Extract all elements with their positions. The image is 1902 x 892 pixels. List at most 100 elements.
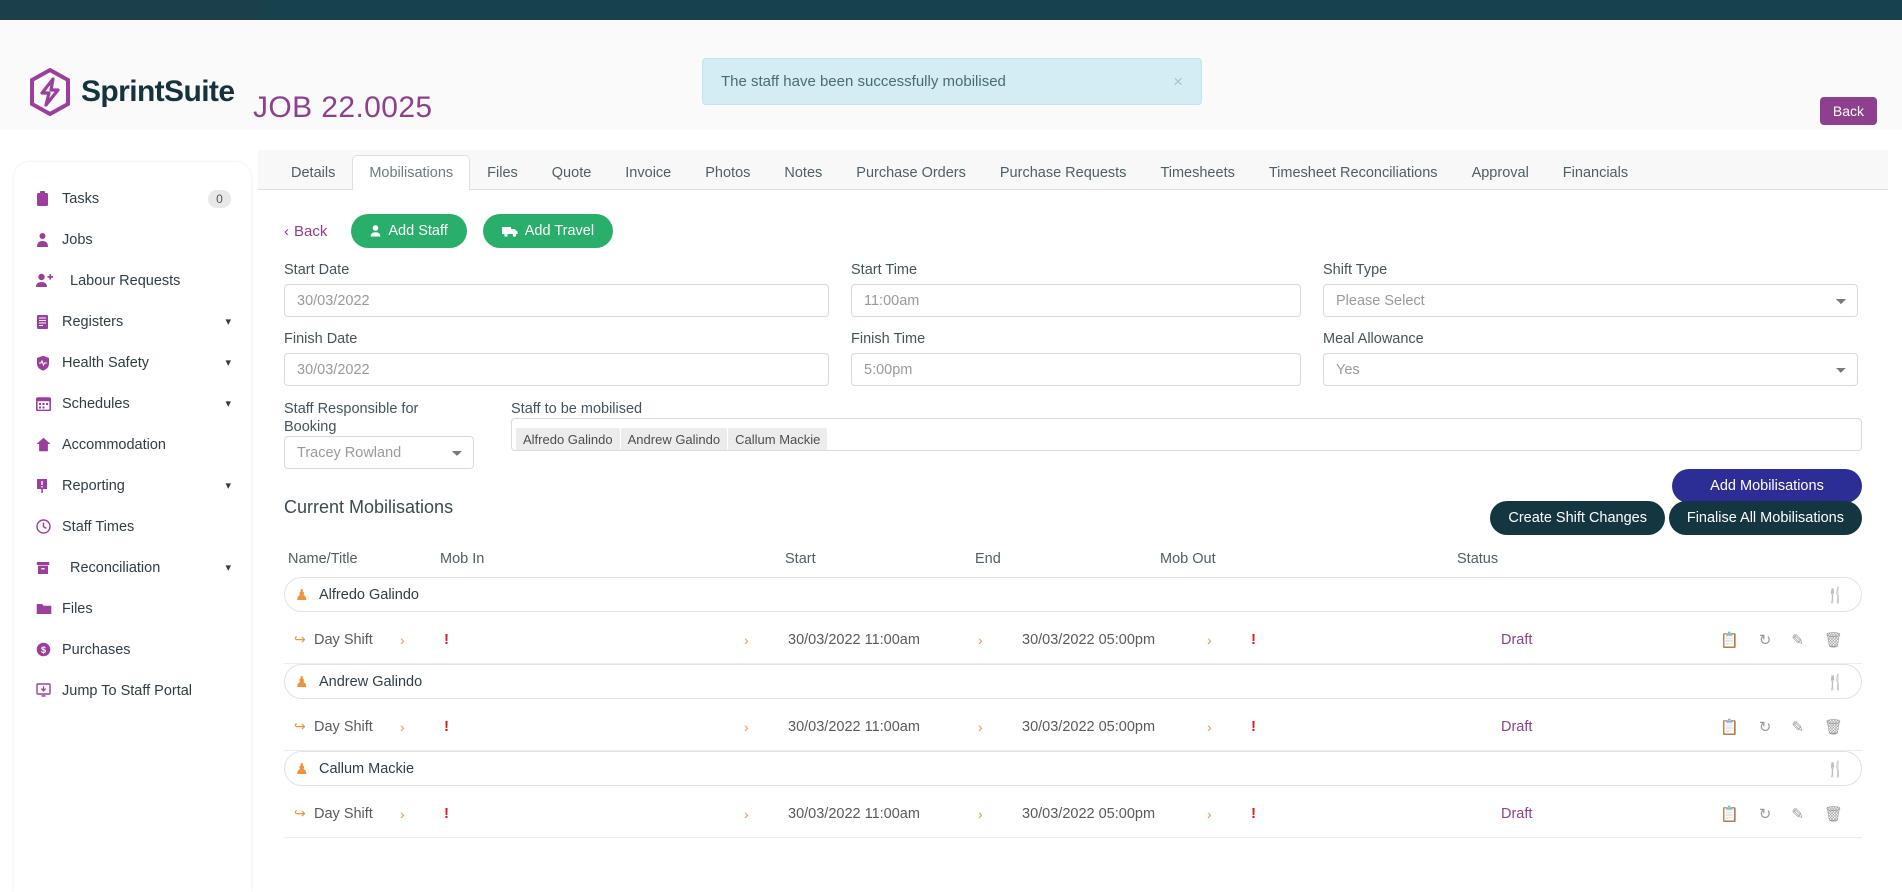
mob-in-alert-icon[interactable]: ! — [444, 805, 744, 822]
chevron-right-icon[interactable]: › — [400, 719, 444, 735]
chevron-right-icon[interactable]: › — [1207, 719, 1251, 735]
staff-chips-container[interactable]: Alfredo Galindo Andrew Galindo Callum Ma… — [511, 418, 1862, 451]
sidebar-item-registers[interactable]: Registers ▾ — [14, 301, 251, 342]
chevron-right-icon[interactable]: › — [1207, 632, 1251, 648]
sidebar-label-schedules: Schedules — [62, 395, 130, 412]
copy-icon[interactable]: 📋 — [1720, 631, 1739, 649]
sidebar-item-labour-requests[interactable]: Labour Requests — [14, 260, 251, 301]
field-staff-to-mobilise: Staff to be mobilised Alfredo Galindo An… — [511, 400, 1862, 469]
field-start-time: Start Time — [851, 262, 1301, 317]
tab-invoice[interactable]: Invoice — [608, 155, 688, 190]
sidebar-item-schedules[interactable]: Schedules ▾ — [14, 383, 251, 424]
chevron-right-icon[interactable]: › — [744, 806, 788, 822]
sidebar-item-reconciliation[interactable]: Reconciliation ▾ — [14, 547, 251, 588]
sidebar-item-tasks[interactable]: Tasks 0 — [14, 178, 251, 219]
table-row[interactable]: ↪ Day Shift › ! › 30/03/2022 11:00am › 3… — [284, 616, 1862, 664]
table-row[interactable]: ↪ Day Shift › ! › 30/03/2022 11:00am › 3… — [284, 790, 1862, 838]
tab-quote[interactable]: Quote — [535, 155, 609, 190]
add-travel-button[interactable]: Add Travel — [482, 214, 614, 248]
sidebar-item-files[interactable]: Files — [14, 588, 251, 629]
refresh-icon[interactable]: ↻ — [1759, 718, 1772, 736]
page-header: SprintSuite JOB 22.0025 The staff have b… — [0, 20, 1902, 130]
staff-responsible-select[interactable]: Tracey Rowland — [284, 436, 474, 469]
sidebar-item-staff-times[interactable]: Staff Times — [14, 506, 251, 547]
tab-timesheet-reconciliations[interactable]: Timesheet Reconciliations — [1252, 155, 1455, 190]
staff-group-row[interactable]: ♟ Alfredo Galindo 🍴 — [284, 577, 1862, 612]
staff-group-row[interactable]: ♟ Callum Mackie 🍴 — [284, 751, 1862, 786]
sidebar-item-reporting[interactable]: Reporting ▾ — [14, 465, 251, 506]
chevron-right-icon[interactable]: › — [400, 632, 444, 648]
row-actions: 📋 ↻ ✎ 🗑 — [1720, 718, 1846, 736]
edit-pencil-icon[interactable]: ✎ — [1791, 718, 1804, 736]
cutlery-icon[interactable]: 🍴 — [1826, 586, 1845, 604]
delete-trash-icon[interactable]: 🗑 — [1824, 805, 1843, 823]
tab-mobilisations[interactable]: Mobilisations — [352, 155, 471, 190]
tab-files[interactable]: Files — [470, 155, 535, 190]
copy-icon[interactable]: 📋 — [1720, 718, 1739, 736]
tab-timesheets[interactable]: Timesheets — [1143, 155, 1251, 190]
finish-date-input[interactable] — [284, 353, 829, 386]
sidebar-item-jobs[interactable]: Jobs — [14, 219, 251, 260]
staff-chip[interactable]: Andrew Galindo — [620, 428, 728, 450]
brand-logo[interactable]: SprintSuite — [28, 68, 235, 116]
label-finish-date: Finish Date — [284, 331, 358, 347]
mob-in-alert-icon[interactable]: ! — [444, 718, 744, 735]
mob-out-alert-icon[interactable]: ! — [1251, 805, 1501, 822]
copy-icon[interactable]: 📋 — [1720, 805, 1739, 823]
edit-pencil-icon[interactable]: ✎ — [1791, 631, 1804, 649]
delete-trash-icon[interactable]: 🗑 — [1824, 631, 1843, 649]
panel-back-link[interactable]: ‹ Back — [284, 223, 335, 240]
start-date-input[interactable] — [284, 284, 829, 317]
chevron-right-icon[interactable]: › — [978, 632, 1022, 648]
mob-in-alert-icon[interactable]: ! — [444, 631, 744, 648]
staff-chip[interactable]: Alfredo Galindo — [516, 428, 620, 450]
header-back-button[interactable]: Back — [1819, 97, 1877, 125]
add-staff-button[interactable]: Add Staff — [351, 214, 467, 248]
field-finish-date: Finish Date — [284, 331, 829, 386]
cutlery-icon[interactable]: 🍴 — [1826, 760, 1845, 778]
column-header-status: Status — [1457, 551, 1499, 567]
chevron-right-icon[interactable]: › — [978, 719, 1022, 735]
delete-trash-icon[interactable]: 🗑 — [1824, 718, 1843, 736]
refresh-icon[interactable]: ↻ — [1759, 631, 1772, 649]
add-mobilisations-button[interactable]: Add Mobilisations — [1672, 469, 1862, 503]
close-icon[interactable]: × — [1165, 73, 1183, 90]
chevron-right-icon[interactable]: › — [744, 719, 788, 735]
sidebar-item-health-safety[interactable]: Health Safety ▾ — [14, 342, 251, 383]
sidebar-item-purchases[interactable]: $ Purchases — [14, 629, 251, 670]
edit-pencil-icon[interactable]: ✎ — [1791, 805, 1804, 823]
finish-time-input[interactable] — [851, 353, 1301, 386]
sidebar-label-labour-requests: Labour Requests — [70, 272, 181, 289]
cutlery-icon[interactable]: 🍴 — [1826, 673, 1845, 691]
calendar-icon — [36, 396, 58, 411]
staff-chip[interactable]: Callum Mackie — [728, 428, 828, 450]
tab-purchase-requests[interactable]: Purchase Requests — [983, 155, 1144, 190]
mob-out-alert-icon[interactable]: ! — [1251, 631, 1501, 648]
table-row[interactable]: ↪ Day Shift › ! › 30/03/2022 11:00am › 3… — [284, 703, 1862, 751]
chevron-down-icon: ▾ — [225, 357, 231, 369]
chevron-down-icon: ▾ — [225, 398, 231, 410]
finalise-all-mobilisations-button[interactable]: Finalise All Mobilisations — [1668, 501, 1862, 535]
tab-notes[interactable]: Notes — [767, 155, 839, 190]
chevron-right-icon[interactable]: › — [978, 806, 1022, 822]
sidebar-item-accommodation[interactable]: Accommodation — [14, 424, 251, 465]
mob-out-alert-icon[interactable]: ! — [1251, 718, 1501, 735]
tab-photos[interactable]: Photos — [688, 155, 767, 190]
sidebar-label-jobs: Jobs — [62, 231, 93, 248]
chevron-right-icon[interactable]: › — [1207, 806, 1251, 822]
start-time-input[interactable] — [851, 284, 1301, 317]
tab-financials[interactable]: Financials — [1546, 155, 1645, 190]
chevron-right-icon[interactable]: › — [744, 632, 788, 648]
tab-approval[interactable]: Approval — [1455, 155, 1546, 190]
column-header-mob-out: Mob Out — [1160, 551, 1216, 567]
alert-message: The staff have been successfully mobilis… — [721, 73, 1006, 90]
refresh-icon[interactable]: ↻ — [1759, 805, 1772, 823]
sidebar-item-jump-to-staff-portal[interactable]: Jump To Staff Portal — [14, 670, 251, 711]
tab-purchase-orders[interactable]: Purchase Orders — [839, 155, 983, 190]
tab-details[interactable]: Details — [274, 155, 352, 190]
shift-type-select[interactable]: Please Select — [1323, 284, 1858, 317]
staff-group-row[interactable]: ♟ Andrew Galindo 🍴 — [284, 664, 1862, 699]
create-shift-changes-button[interactable]: Create Shift Changes — [1490, 501, 1665, 535]
meal-allowance-select[interactable]: Yes — [1323, 353, 1858, 386]
chevron-right-icon[interactable]: › — [400, 806, 444, 822]
